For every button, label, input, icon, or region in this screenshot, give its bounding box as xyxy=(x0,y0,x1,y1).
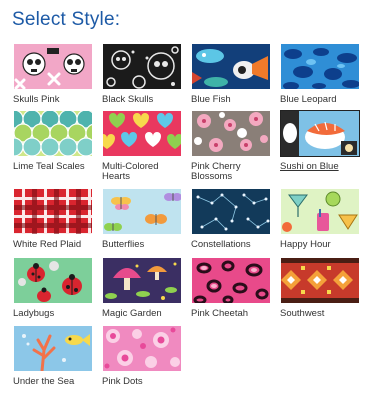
style-label: Multi-Colored Hearts xyxy=(102,161,159,182)
style-option-pink-cheetah[interactable]: Pink Cheetah xyxy=(191,257,271,319)
butterflies-swatch xyxy=(102,188,182,235)
style-option-blue-leopard[interactable]: Blue Leopard xyxy=(280,43,360,105)
style-option-butterflies[interactable]: Butterflies xyxy=(102,188,182,250)
pink-cherry-blossoms-swatch xyxy=(191,110,271,157)
lime-teal-scales-swatch xyxy=(13,110,93,157)
pink-cheetah-swatch xyxy=(191,257,271,304)
style-label: Under the Sea xyxy=(13,376,75,387)
style-label: Southwest xyxy=(280,308,325,319)
happy-hour-swatch xyxy=(280,188,360,235)
style-label: Black Skulls xyxy=(102,94,154,105)
style-option-lime-teal-scales[interactable]: Lime Teal Scales xyxy=(13,110,93,172)
constellations-swatch xyxy=(191,188,271,235)
style-option-blue-fish[interactable]: Blue Fish xyxy=(191,43,271,105)
southwest-swatch xyxy=(280,257,360,304)
magic-garden-swatch xyxy=(102,257,182,304)
style-grid: Skulls Pink Black Skulls Blue Fish Blue … xyxy=(0,0,375,400)
style-option-skulls-pink[interactable]: Skulls Pink xyxy=(13,43,93,105)
style-label: Constellations xyxy=(191,239,251,250)
style-label: Lime Teal Scales xyxy=(13,161,85,172)
style-option-ladybugs[interactable]: Ladybugs xyxy=(13,257,93,319)
style-option-under-the-sea[interactable]: Under the Sea xyxy=(13,325,93,387)
ladybugs-swatch xyxy=(13,257,93,304)
style-label: Pink Cheetah xyxy=(191,308,249,319)
style-option-constellations[interactable]: Constellations xyxy=(191,188,271,250)
style-option-pink-dots[interactable]: Pink Dots xyxy=(102,325,182,387)
sushi-on-blue-swatch xyxy=(280,110,360,157)
style-label: Pink Cherry Blossoms xyxy=(191,161,241,182)
multi-colored-hearts-swatch xyxy=(102,110,182,157)
blue-fish-swatch xyxy=(191,43,271,90)
style-label: Magic Garden xyxy=(102,308,162,319)
style-option-happy-hour[interactable]: Happy Hour xyxy=(280,188,360,250)
style-option-sushi-on-blue[interactable]: Sushi on Blue xyxy=(280,110,360,172)
black-skulls-swatch xyxy=(102,43,182,90)
style-label: Blue Leopard xyxy=(280,94,337,105)
style-label: White Red Plaid xyxy=(13,239,82,250)
style-option-southwest[interactable]: Southwest xyxy=(280,257,360,319)
style-option-white-red-plaid[interactable]: White Red Plaid xyxy=(13,188,93,250)
style-option-multi-colored-hearts[interactable]: Multi-Colored Hearts xyxy=(102,110,182,182)
pink-dots-swatch xyxy=(102,325,182,372)
style-option-black-skulls[interactable]: Black Skulls xyxy=(102,43,182,105)
style-label: Happy Hour xyxy=(280,239,331,250)
style-label: Butterflies xyxy=(102,239,145,250)
style-label: Skulls Pink xyxy=(13,94,60,105)
blue-leopard-swatch xyxy=(280,43,360,90)
style-option-pink-cherry-blossoms[interactable]: Pink Cherry Blossoms xyxy=(191,110,271,182)
style-label: Sushi on Blue xyxy=(280,161,339,172)
white-red-plaid-swatch xyxy=(13,188,93,235)
style-label: Ladybugs xyxy=(13,308,55,319)
skulls-pink-swatch xyxy=(13,43,93,90)
under-the-sea-swatch xyxy=(13,325,93,372)
style-label: Pink Dots xyxy=(102,376,143,387)
style-label: Blue Fish xyxy=(191,94,231,105)
style-option-magic-garden[interactable]: Magic Garden xyxy=(102,257,182,319)
